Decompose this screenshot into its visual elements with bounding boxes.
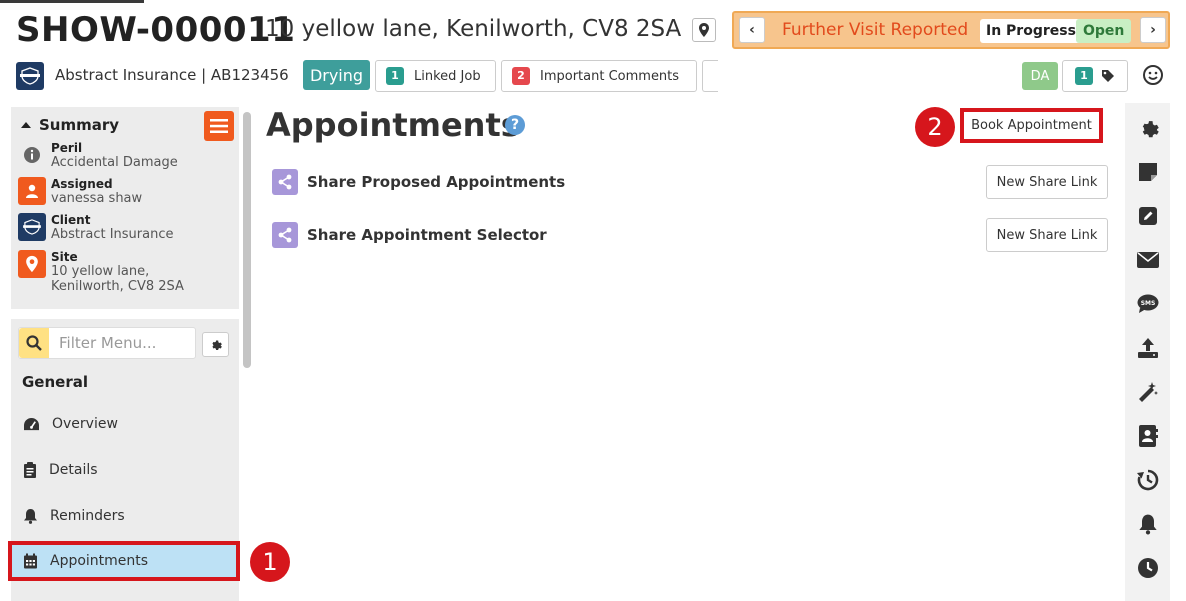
- insurance-logo: [18, 213, 46, 241]
- menu-item-reminders[interactable]: Reminders: [11, 496, 239, 536]
- page-title: Appointments: [266, 106, 520, 144]
- hamburger-icon: [210, 119, 228, 133]
- bell-icon: [24, 509, 37, 524]
- summary-panel: Summary Peril Accidental Damage Assigned…: [11, 107, 239, 309]
- linked-job-label: Linked Job: [414, 68, 481, 84]
- mail-icon[interactable]: [1136, 248, 1160, 272]
- new-share-link-button[interactable]: New Share Link: [986, 218, 1108, 252]
- client-label: Client: [51, 213, 91, 227]
- share-proposed-appointments-row: Share Proposed Appointments New Share Li…: [272, 165, 1108, 199]
- client-reference: Abstract Insurance | AB123456: [55, 66, 289, 84]
- summary-menu-button[interactable]: [204, 111, 234, 141]
- smile-icon: [1143, 65, 1163, 85]
- gear-icon: [212, 340, 222, 350]
- linked-job-button[interactable]: 1 Linked Job: [375, 60, 496, 92]
- bell-icon[interactable]: [1136, 512, 1160, 536]
- tag-icon: [1102, 70, 1114, 82]
- callout-badge-2: 2: [915, 107, 955, 147]
- overflow-pill[interactable]: [702, 60, 718, 92]
- menu-item-label: Details: [49, 462, 98, 478]
- share-icon: [272, 222, 298, 248]
- menu-item-appointments[interactable]: Appointments: [8, 541, 240, 581]
- feedback-smile-button[interactable]: [1140, 62, 1166, 88]
- book-appointment-button[interactable]: Book Appointment: [960, 108, 1103, 143]
- summary-title: Summary: [39, 116, 120, 134]
- important-comments-button[interactable]: 2 Important Comments: [501, 60, 697, 92]
- magic-wand-icon[interactable]: [1136, 380, 1160, 404]
- new-share-link-button[interactable]: New Share Link: [986, 165, 1108, 199]
- right-action-rail: SMS: [1125, 103, 1170, 601]
- clipboard-icon: [24, 462, 36, 478]
- sidebar-scrollbar-thumb[interactable]: [243, 112, 251, 368]
- note-icon[interactable]: [1136, 160, 1160, 184]
- assigned-value[interactable]: vanessa shaw: [51, 191, 142, 206]
- upload-icon[interactable]: [1136, 336, 1160, 360]
- user-initials-badge[interactable]: DA: [1022, 62, 1058, 90]
- open-badge: Open: [1076, 19, 1132, 43]
- summary-peril: Peril Accidental Damage: [18, 141, 178, 170]
- share-row-label: Share Proposed Appointments: [307, 173, 566, 191]
- calendar-icon: [24, 553, 37, 569]
- peril-value: Accidental Damage: [51, 155, 178, 170]
- menu-section-general: General: [22, 373, 88, 391]
- job-address: 10 yellow lane, Kenilworth, CV8 2SA: [265, 16, 682, 42]
- menu-item-label: Appointments: [50, 553, 149, 569]
- map-pin-button[interactable]: [692, 18, 716, 42]
- share-icon: [272, 169, 298, 195]
- share-appointment-selector-row: Share Appointment Selector New Share Lin…: [272, 218, 1108, 252]
- edit-icon[interactable]: [1136, 204, 1160, 228]
- gear-icon[interactable]: [1136, 116, 1160, 140]
- job-status-bar: ‹ Further Visit Reported In Progress Ope…: [732, 11, 1170, 49]
- menu-item-label: Overview: [52, 416, 118, 432]
- history-icon[interactable]: [1136, 468, 1160, 492]
- svg-text:SMS: SMS: [1141, 300, 1156, 307]
- map-pin-icon: [18, 250, 46, 278]
- summary-toggle[interactable]: Summary: [21, 116, 119, 134]
- tag-count: 1: [1075, 67, 1093, 85]
- summary-client: Client Abstract Insurance: [18, 213, 173, 242]
- caret-up-icon: [21, 122, 31, 128]
- top-accent-bar: [0, 0, 144, 3]
- search-icon: [19, 328, 49, 358]
- peril-label: Peril: [51, 141, 83, 155]
- job-id: SHOW-000011: [16, 10, 296, 50]
- status-next-button[interactable]: ›: [1140, 17, 1166, 43]
- client-value[interactable]: Abstract Insurance: [51, 227, 173, 242]
- drying-badge[interactable]: Drying: [303, 60, 370, 90]
- status-text: Further Visit Reported: [782, 20, 969, 40]
- menu-item-details[interactable]: Details: [11, 450, 239, 490]
- user-icon: [18, 177, 46, 205]
- dashboard-icon: [24, 417, 39, 430]
- navigation-menu: General Overview Details Reminders Appoi…: [8, 319, 240, 601]
- clock-icon[interactable]: [1136, 556, 1160, 580]
- menu-settings-button[interactable]: [202, 332, 229, 357]
- share-row-label: Share Appointment Selector: [307, 226, 547, 244]
- sms-icon[interactable]: SMS: [1136, 292, 1160, 316]
- site-label: Site: [51, 250, 78, 264]
- important-comments-count: 2: [512, 67, 530, 85]
- linked-job-count: 1: [386, 67, 404, 85]
- site-value[interactable]: 10 yellow lane, Kenilworth, CV8 2SA: [51, 264, 226, 294]
- filter-menu-input[interactable]: [49, 328, 189, 358]
- menu-item-overview[interactable]: Overview: [11, 404, 239, 444]
- info-icon: [18, 141, 46, 169]
- tags-button[interactable]: 1: [1062, 60, 1128, 92]
- progress-badge: In Progress: [980, 19, 1082, 43]
- summary-assigned: Assigned vanessa shaw: [18, 177, 142, 206]
- client-logo: [16, 62, 44, 90]
- summary-site: Site 10 yellow lane, Kenilworth, CV8 2SA: [18, 250, 226, 294]
- callout-badge-1: 1: [250, 542, 290, 582]
- important-comments-label: Important Comments: [540, 68, 680, 84]
- filter-menu: [18, 327, 196, 359]
- status-prev-button[interactable]: ‹: [739, 17, 765, 43]
- help-icon[interactable]: ?: [505, 115, 525, 135]
- map-pin-icon: [699, 23, 709, 37]
- assigned-label: Assigned: [51, 177, 113, 191]
- contact-book-icon[interactable]: [1136, 424, 1160, 448]
- menu-item-label: Reminders: [50, 508, 125, 524]
